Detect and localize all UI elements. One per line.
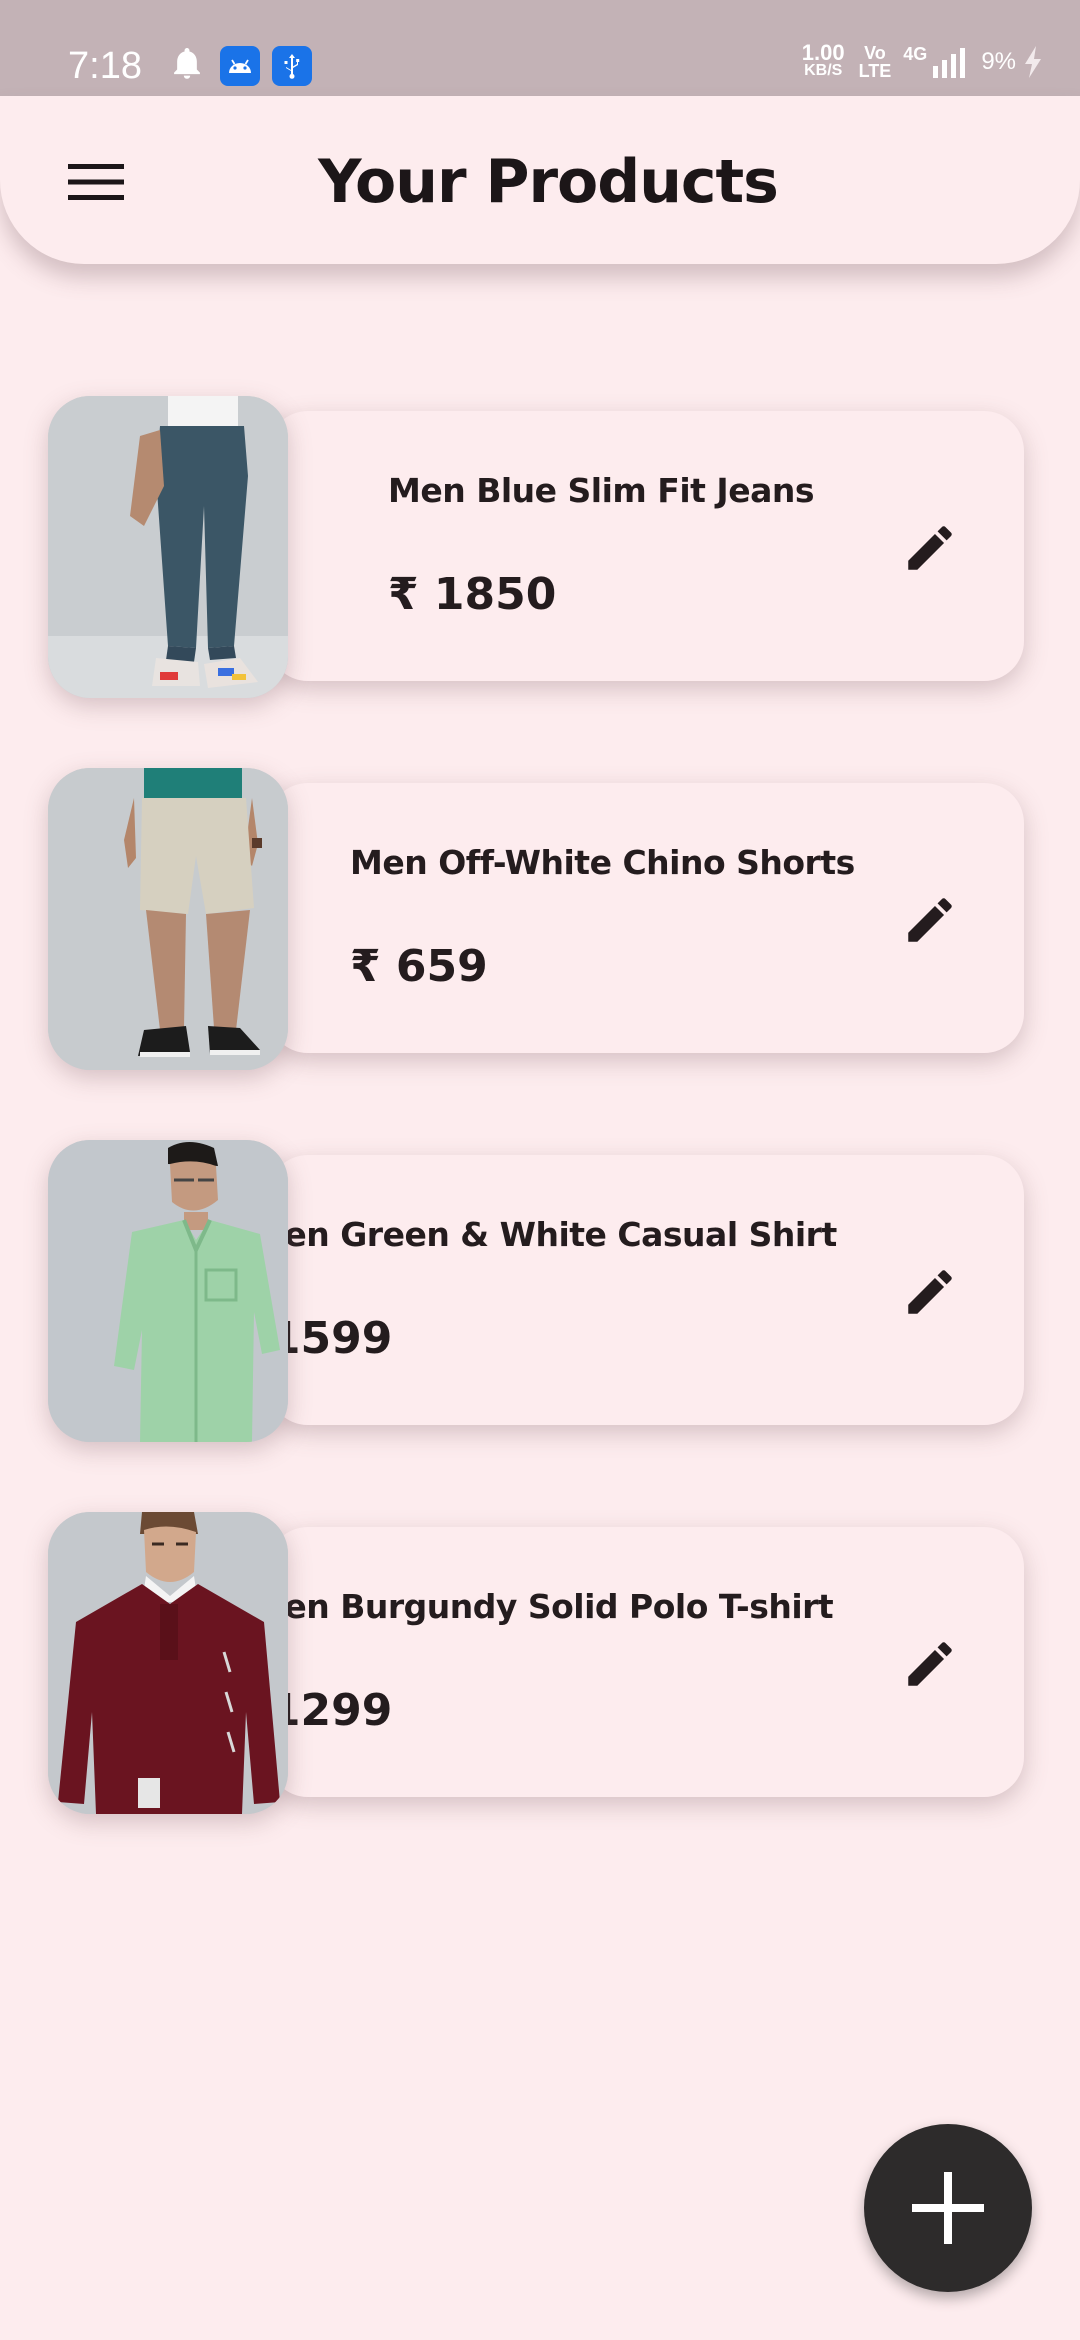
product-card[interactable]: Men Green & White Casual Shirt ₹ 1599	[224, 1155, 1024, 1425]
product-image	[48, 396, 288, 698]
product-item[interactable]: Men Off-White Chino Shorts ₹ 659	[48, 768, 1024, 1070]
product-name: Men Blue Slim Fit Jeans	[388, 471, 814, 510]
volte-indicator: Vo LTE	[859, 44, 892, 80]
plus-icon	[912, 2172, 984, 2244]
pencil-icon	[908, 1642, 952, 1686]
status-right-group: 1.00 KB/S Vo LTE 4G 9%	[801, 40, 1044, 80]
pencil-icon	[908, 526, 952, 570]
product-name: Men Burgundy Solid Polo T-shirt	[252, 1587, 834, 1626]
product-item[interactable]: Men Burgundy Solid Polo T-shirt ₹ 1299	[48, 1512, 1024, 1814]
bell-icon	[174, 48, 200, 79]
volte-top: Vo	[864, 43, 886, 63]
pencil-icon	[908, 898, 952, 942]
pencil-icon	[908, 1270, 952, 1314]
net-speed: 1.00 KB/S	[801, 40, 845, 80]
add-product-button[interactable]	[864, 2124, 1032, 2292]
status-bar: 7:18 1.00 KB/S Vo LTE 4G 9%	[0, 0, 1080, 96]
product-price: ₹ 659	[350, 941, 488, 992]
edit-button[interactable]	[888, 1250, 972, 1334]
product-image	[48, 1140, 288, 1442]
edit-button[interactable]	[888, 878, 972, 962]
net-speed-value: 1.00	[801, 40, 845, 65]
net-speed-unit: KB/S	[804, 62, 843, 79]
product-name: Men Green & White Casual Shirt	[252, 1215, 837, 1254]
shorts-photo	[48, 768, 288, 1070]
charging-icon	[1025, 46, 1041, 78]
product-name: Men Off-White Chino Shorts	[350, 843, 855, 882]
product-image	[48, 1512, 288, 1814]
product-card[interactable]: Men Burgundy Solid Polo T-shirt ₹ 1299	[224, 1527, 1024, 1797]
edit-button[interactable]	[888, 1622, 972, 1706]
product-item[interactable]: Men Green & White Casual Shirt ₹ 1599	[48, 1140, 1024, 1442]
shirt-photo	[48, 1140, 288, 1442]
signal-icon	[933, 48, 966, 78]
polo-photo	[48, 1512, 288, 1814]
product-price: ₹ 1850	[388, 569, 557, 620]
network-type: 4G	[903, 44, 928, 64]
page-title: Your Products	[318, 147, 779, 217]
volte-bottom: LTE	[858, 61, 892, 81]
status-time: 7:18	[68, 45, 142, 87]
product-card[interactable]: Men Blue Slim Fit Jeans ₹ 1850	[268, 411, 1024, 681]
usb-icon	[272, 46, 312, 86]
edit-button[interactable]	[888, 506, 972, 590]
product-card[interactable]: Men Off-White Chino Shorts ₹ 659	[268, 783, 1024, 1053]
android-icon	[220, 46, 260, 86]
product-item[interactable]: Men Blue Slim Fit Jeans ₹ 1850	[48, 396, 1024, 698]
app-bar: Your Products	[0, 96, 1080, 264]
battery-percent: 9%	[981, 48, 1016, 75]
jeans-photo	[48, 396, 288, 698]
product-image	[48, 768, 288, 1070]
